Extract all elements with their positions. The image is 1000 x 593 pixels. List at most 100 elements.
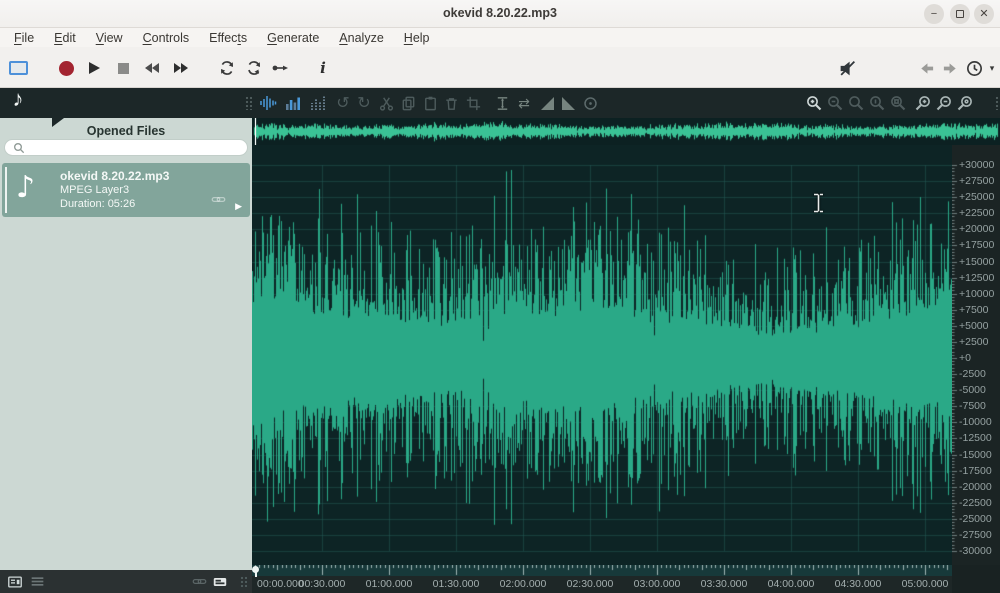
amp-axis-label: +27500 <box>959 175 994 187</box>
amp-axis-label: +12500 <box>959 272 994 284</box>
amp-axis-label: -20000 <box>959 481 992 493</box>
trim-button[interactable] <box>463 93 483 113</box>
history-back-button[interactable] <box>915 57 937 79</box>
amp-axis-label: -25000 <box>959 513 992 525</box>
details-view-icon <box>7 574 23 590</box>
list-view-button[interactable] <box>28 573 46 590</box>
stop-button[interactable] <box>112 57 134 79</box>
spectrogram-view-icon <box>284 94 302 112</box>
amp-axis-label: +22500 <box>959 207 994 219</box>
amp-axis-label: -30000 <box>959 545 992 557</box>
main-waveform[interactable] <box>252 145 952 565</box>
fade-out-button[interactable] <box>558 93 578 113</box>
loop-icon <box>218 59 236 77</box>
selection-tool-button[interactable] <box>7 57 29 79</box>
spectrogram-view-button[interactable] <box>283 93 303 113</box>
caret-down-icon: ▾ <box>990 63 995 74</box>
file-name: okevid 8.20.22.mp3 <box>60 169 169 183</box>
zoom-out-button[interactable] <box>825 93 845 113</box>
menu-edit[interactable]: Edit <box>44 31 86 45</box>
menu-view[interactable]: View <box>86 31 133 45</box>
details-view-button[interactable] <box>6 573 24 590</box>
history-dropdown-caret[interactable]: ▾ <box>981 57 1000 79</box>
music-note-icon: ♪ <box>16 170 35 205</box>
cut-button[interactable] <box>376 93 396 113</box>
music-note-icon: ♪ <box>13 86 24 112</box>
menu-controls[interactable]: Controls <box>133 31 200 45</box>
time-axis-label: 01:30.000 <box>433 578 480 590</box>
toolbar-grip-right[interactable] <box>988 93 1000 113</box>
amp-axis-label: +17500 <box>959 239 994 251</box>
loop-button[interactable] <box>216 57 238 79</box>
overview-waveform[interactable] <box>252 118 1000 145</box>
close-button[interactable]: ✕ <box>974 4 994 24</box>
fade-in-button[interactable] <box>537 93 557 113</box>
file-play-button[interactable]: ▶ <box>235 201 242 212</box>
redo-button[interactable]: ↻ <box>354 93 374 113</box>
zoom-in-icon <box>805 94 823 112</box>
minimize-button[interactable]: − <box>924 4 944 24</box>
rewind-button[interactable] <box>141 57 163 79</box>
panel-resize-grip[interactable] <box>234 573 252 590</box>
menu-analyze[interactable]: Analyze <box>329 31 393 45</box>
menu-file[interactable]: File <box>4 31 44 45</box>
play-from-cursor-button[interactable] <box>269 57 291 79</box>
toolbar-grip[interactable] <box>238 93 258 113</box>
preview-toggle-button[interactable] <box>211 573 229 590</box>
fast-forward-button[interactable] <box>170 57 192 79</box>
record-button[interactable] <box>55 57 77 79</box>
history-forward-button[interactable] <box>939 57 961 79</box>
redo-icon: ↻ <box>357 93 370 113</box>
normalize-button[interactable] <box>580 93 600 113</box>
playhead-line <box>255 118 256 145</box>
amplify-button[interactable] <box>492 93 512 113</box>
vertical-zoom-in-button[interactable] <box>913 93 933 113</box>
delete-button[interactable] <box>441 93 461 113</box>
file-search-box[interactable] <box>4 139 248 156</box>
corner-spacer <box>952 565 1000 593</box>
mute-button[interactable] <box>836 57 858 79</box>
swap-arrows-icon: ⇄ <box>518 95 530 112</box>
info-button[interactable]: i <box>312 57 334 79</box>
spectral-view-button[interactable] <box>308 93 328 113</box>
vertical-zoom-reset-button[interactable] <box>955 93 975 113</box>
amp-axis-label: +10000 <box>959 288 994 300</box>
fast-forward-icon <box>172 59 190 77</box>
file-list-item[interactable]: ♪ okevid 8.20.22.mp3 MPEG Layer3 Duratio… <box>2 163 250 217</box>
playhead-pin[interactable] <box>252 566 259 573</box>
zoom-out-icon <box>826 94 844 112</box>
crop-icon <box>465 95 482 112</box>
search-input[interactable] <box>30 141 247 154</box>
trash-icon <box>443 95 460 112</box>
amp-axis-label: -12500 <box>959 432 992 444</box>
info-icon: i <box>320 59 326 77</box>
search-icon <box>13 142 25 154</box>
zoom-original-button[interactable] <box>867 93 887 113</box>
link-files-button[interactable] <box>190 573 208 590</box>
waveform-view-button[interactable] <box>258 93 278 113</box>
copy-button[interactable] <box>398 93 418 113</box>
titlebar[interactable]: okevid 8.20.22.mp3 − ✕ <box>0 0 1000 28</box>
zoom-in-button[interactable] <box>804 93 824 113</box>
menu-generate[interactable]: Generate <box>257 31 329 45</box>
zoom-fit-button[interactable] <box>846 93 866 113</box>
maximize-button[interactable] <box>950 4 970 24</box>
time-ruler[interactable]: 00:00.00000:30.00001:00.00001:30.00002:0… <box>252 565 952 593</box>
paste-button[interactable] <box>420 93 440 113</box>
menubar: FileEditViewControlsEffectsGenerateAnaly… <box>0 28 1000 47</box>
swap-channels-button[interactable]: ⇄ <box>514 93 534 113</box>
copy-icon <box>400 95 417 112</box>
amp-axis-label: -15000 <box>959 449 992 461</box>
secondary-toolbar: ♪ ↺ ↻ <box>0 88 1000 118</box>
file-format: MPEG Layer3 <box>60 184 129 196</box>
play-button[interactable] <box>83 57 105 79</box>
menu-help[interactable]: Help <box>394 31 440 45</box>
cut-icon <box>378 95 395 112</box>
undo-button[interactable]: ↺ <box>333 93 353 113</box>
file-tab[interactable]: ♪ <box>8 89 28 109</box>
play-from-cursor-icon <box>271 59 289 77</box>
vertical-zoom-out-button[interactable] <box>934 93 954 113</box>
menu-effects[interactable]: Effects <box>199 31 257 45</box>
loop-selection-button[interactable] <box>243 57 265 79</box>
zoom-selection-button[interactable] <box>888 93 908 113</box>
